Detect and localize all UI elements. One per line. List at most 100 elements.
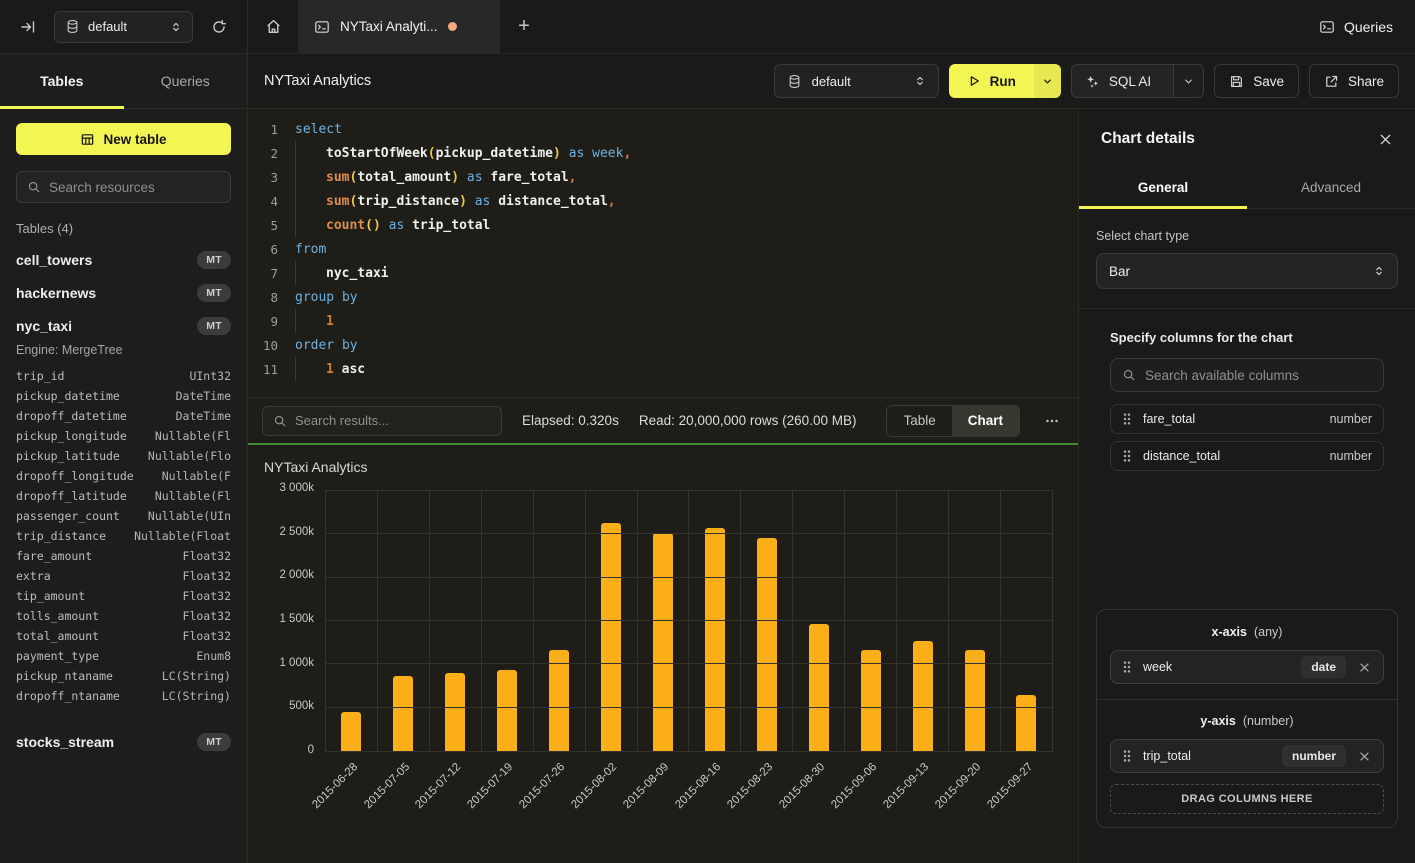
sql-ai-button[interactable]: SQL AI (1071, 64, 1204, 98)
drag-handle-icon[interactable] (1122, 412, 1132, 426)
gridline (326, 533, 1052, 534)
bar[interactable] (653, 533, 673, 751)
chart-column: 2015-09-13 (897, 491, 949, 751)
code-token: 1 (326, 314, 334, 329)
editor-line: 3sum(total_amount) as fare_total, (248, 165, 1078, 189)
home-icon[interactable] (248, 0, 298, 53)
more-options-icon[interactable] (1040, 413, 1064, 429)
new-tab-button[interactable]: + (500, 0, 548, 53)
sidebar-tab-tables[interactable]: Tables (0, 54, 124, 108)
chart-view-toggle[interactable]: Chart (952, 406, 1019, 436)
toolbar-database-selector[interactable]: default (774, 64, 939, 98)
column-type: Float32 (183, 586, 231, 606)
view-toggle: Table Chart (886, 405, 1020, 437)
drag-columns-dropzone[interactable]: DRAG COLUMNS HERE (1110, 784, 1384, 814)
gridline (326, 577, 1052, 578)
run-options-chevron[interactable] (1034, 64, 1061, 98)
code-token: count (326, 218, 365, 233)
chart-column: 2015-07-12 (430, 491, 482, 751)
code-token: distance_total (498, 194, 608, 209)
panel-tab-general[interactable]: General (1079, 167, 1247, 208)
database-selector[interactable]: default (54, 11, 193, 43)
bar[interactable] (341, 712, 361, 751)
column-type: DateTime (176, 406, 231, 426)
drag-handle-icon[interactable] (1122, 449, 1132, 463)
table-list-item[interactable]: cell_towersMT (16, 251, 231, 269)
y-axis-label: y-axis(number) (1110, 714, 1384, 728)
run-button[interactable]: Run (949, 64, 1061, 98)
bar[interactable] (393, 676, 413, 751)
bar[interactable] (809, 624, 829, 751)
code-token: nyc_taxi (326, 266, 389, 281)
bar[interactable] (913, 641, 933, 751)
table-list-item[interactable]: nyc_taxiMT (16, 317, 231, 335)
drag-handle-icon[interactable] (1122, 660, 1132, 674)
table-view-toggle[interactable]: Table (887, 406, 951, 436)
bar[interactable] (757, 538, 777, 751)
chart-type-select[interactable]: Bar (1096, 253, 1398, 289)
results-search-input[interactable] (295, 413, 491, 428)
code-token: fare_total (490, 170, 568, 185)
table-column-row: trip_idUInt32 (16, 366, 231, 386)
column-name: trip_id (16, 366, 64, 386)
bar[interactable] (497, 670, 517, 751)
chart-column: 2015-08-16 (689, 491, 741, 751)
code-text: toStartOfWeek(pickup_datetime) as week, (295, 141, 631, 165)
table-name: cell_towers (16, 252, 92, 268)
sql-editor[interactable]: 1select2toStartOfWeek(pickup_datetime) a… (248, 109, 1078, 397)
sql-ai-chevron[interactable] (1173, 65, 1203, 97)
table-column-row: tolls_amountFloat32 (16, 606, 231, 626)
column-name: pickup_datetime (16, 386, 120, 406)
code-token (334, 362, 342, 377)
column-type: Float32 (183, 566, 231, 586)
refresh-icon[interactable] (205, 13, 233, 41)
column-type: DateTime (176, 386, 231, 406)
indent-guide (295, 357, 326, 381)
table-list-item[interactable]: hackernewsMT (16, 284, 231, 302)
columns-search[interactable] (1110, 358, 1384, 392)
tab-title: NYTaxi Analyti... (340, 19, 438, 34)
bar[interactable] (705, 528, 725, 751)
columns-search-input[interactable] (1145, 368, 1372, 383)
table-list-item[interactable]: stocks_streamMT (16, 733, 231, 751)
remove-column-icon[interactable] (1357, 660, 1372, 675)
editor-line: 8group by (248, 285, 1078, 309)
bar[interactable] (445, 673, 465, 751)
x-axis-tick-label: 2015-09-27 (985, 761, 1035, 811)
share-button[interactable]: Share (1309, 64, 1399, 98)
available-column-item[interactable]: distance_totalnumber (1110, 441, 1384, 471)
read-stat: Read: 20,000,000 rows (260.00 MB) (639, 413, 857, 428)
y-axis-tick-label: 3 000k (254, 482, 314, 494)
chart-column: 2015-09-27 (1001, 491, 1052, 751)
bar[interactable] (601, 523, 621, 751)
tab-nytaxi-analytics[interactable]: NYTaxi Analyti... (298, 0, 500, 53)
code-token: as (475, 194, 491, 209)
x-axis-column-chip[interactable]: weekdate (1110, 650, 1384, 684)
panel-tab-advanced[interactable]: Advanced (1247, 167, 1415, 208)
available-column-name: fare_total (1143, 412, 1319, 426)
y-axis-column-chip[interactable]: trip_totalnumber (1110, 739, 1384, 773)
bar[interactable] (1016, 695, 1036, 751)
remove-column-icon[interactable] (1357, 749, 1372, 764)
results-search[interactable] (262, 406, 502, 436)
resource-search[interactable] (16, 171, 231, 203)
code-token: as (389, 218, 405, 233)
available-column-item[interactable]: fare_totalnumber (1110, 404, 1384, 434)
table-column-row: fare_amountFloat32 (16, 546, 231, 566)
save-icon (1229, 74, 1244, 89)
new-table-label: New table (103, 132, 166, 147)
bar[interactable] (965, 650, 985, 751)
code-token: ) (459, 194, 467, 209)
bar[interactable] (549, 650, 569, 751)
new-table-button[interactable]: New table (16, 123, 231, 155)
indent-guide (295, 189, 326, 213)
bar[interactable] (861, 650, 881, 751)
close-icon[interactable] (1378, 132, 1393, 147)
queries-button[interactable]: Queries (1297, 0, 1415, 53)
drag-handle-icon[interactable] (1122, 749, 1132, 763)
sidebar-tab-queries[interactable]: Queries (124, 54, 248, 108)
save-button[interactable]: Save (1214, 64, 1299, 98)
resource-search-input[interactable] (49, 180, 220, 195)
collapse-sidebar-icon[interactable] (14, 13, 42, 41)
table-column-row: dropoff_ntanameLC(String) (16, 686, 231, 706)
